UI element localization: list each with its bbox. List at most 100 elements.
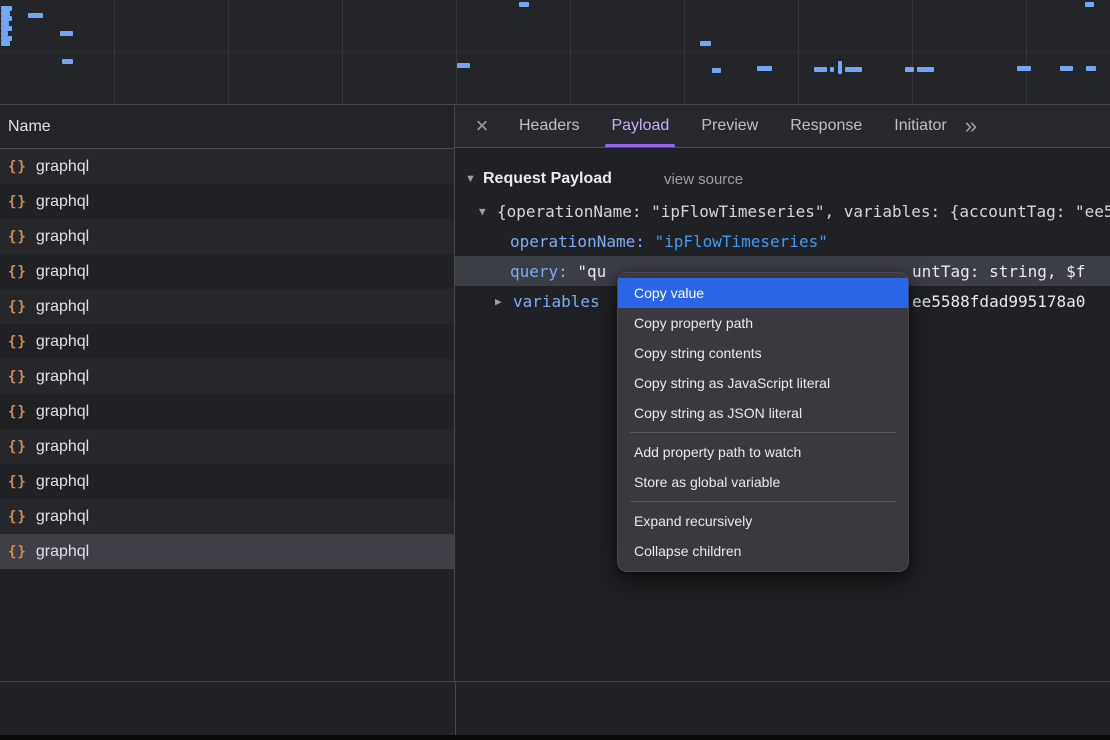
devtools-window: Name {}graphql{}graphql{}graphql{}graphq…: [0, 0, 1110, 740]
payload-root-row[interactable]: ▼ {operationName: "ipFlowTimeseries", va…: [455, 196, 1110, 226]
timeline-request-bar: [838, 61, 842, 74]
timeline-gridline: [684, 0, 685, 104]
request-row[interactable]: {} graphql: [0, 499, 454, 534]
timeline-request-bar: [905, 67, 914, 72]
timeline-request-bar: [62, 59, 73, 64]
tab-preview[interactable]: Preview: [685, 105, 774, 147]
network-overview-timeline[interactable]: [0, 0, 1110, 105]
property-value-start: "qu: [577, 262, 606, 281]
context-menu-item[interactable]: Copy string as JSON literal: [618, 398, 908, 428]
more-tabs-icon[interactable]: »: [965, 113, 977, 139]
json-braces-icon: {}: [8, 194, 27, 210]
request-name: graphql: [36, 368, 89, 386]
timeline-gridline: [912, 0, 913, 104]
request-row[interactable]: {} graphql: [0, 324, 454, 359]
request-name: graphql: [36, 508, 89, 526]
context-menu-item[interactable]: Copy property path: [618, 308, 908, 338]
request-row[interactable]: {} graphql: [0, 289, 454, 324]
json-braces-icon: {}: [8, 369, 27, 385]
request-row[interactable]: {} graphql: [0, 429, 454, 464]
operation-name-row[interactable]: operationName:"ipFlowTimeseries": [455, 226, 1110, 256]
detail-tabs: HeadersPayloadPreviewResponseInitiator: [503, 105, 963, 147]
timeline-gridline: [1026, 0, 1027, 104]
context-menu: Copy valueCopy property pathCopy string …: [617, 272, 909, 572]
context-menu-item[interactable]: Store as global variable: [618, 467, 908, 497]
request-name: graphql: [36, 543, 89, 561]
panel-divider[interactable]: [455, 681, 456, 735]
json-braces-icon: {}: [8, 544, 27, 560]
context-menu-item[interactable]: Copy value: [618, 278, 908, 308]
json-braces-icon: {}: [8, 264, 27, 280]
timeline-request-bar: [1086, 66, 1096, 71]
json-braces-icon: {}: [8, 299, 27, 315]
request-payload-section-header[interactable]: ▼ Request Payload view source: [455, 162, 1110, 196]
timeline-gridline: [456, 0, 457, 104]
request-name: graphql: [36, 228, 89, 246]
timeline-request-bar: [1085, 2, 1094, 7]
timeline-request-bar: [712, 68, 721, 73]
request-row[interactable]: {} graphql: [0, 184, 454, 219]
timeline-request-bar: [917, 67, 934, 72]
context-menu-item[interactable]: Add property path to watch: [618, 437, 908, 467]
context-menu-item[interactable]: Copy string as JavaScript literal: [618, 368, 908, 398]
object-preview-text: {operationName: "ipFlowTimeseries", vari…: [497, 202, 1110, 221]
close-icon[interactable]: ×: [469, 115, 495, 137]
request-row[interactable]: {} graphql: [0, 149, 454, 184]
context-menu-item[interactable]: Collapse children: [618, 536, 908, 566]
menu-separator: [630, 501, 896, 502]
request-row[interactable]: {} graphql: [0, 359, 454, 394]
property-key: variables: [513, 292, 600, 311]
request-name: graphql: [36, 403, 89, 421]
json-braces-icon: {}: [8, 509, 27, 525]
tab-payload[interactable]: Payload: [595, 105, 685, 147]
json-braces-icon: {}: [8, 404, 27, 420]
request-row[interactable]: {} graphql: [0, 464, 454, 499]
timeline-request-bar: [845, 67, 862, 72]
timeline-gridline: [114, 0, 115, 104]
section-title: Request Payload: [483, 170, 612, 188]
request-name: graphql: [36, 438, 89, 456]
request-name: graphql: [36, 298, 89, 316]
triangle-down-icon[interactable]: ▼: [479, 205, 497, 218]
request-row[interactable]: {}graphql: [0, 254, 454, 289]
tab-response[interactable]: Response: [774, 105, 878, 147]
view-source-link[interactable]: view source: [664, 171, 743, 188]
name-column-label: Name: [8, 118, 51, 136]
property-value-continued: untTag: string, $f: [912, 256, 1085, 286]
request-name: graphql: [36, 193, 89, 211]
triangle-right-icon[interactable]: ▶: [495, 295, 513, 308]
json-braces-icon: {}: [8, 474, 27, 490]
timeline-divider: [0, 51, 1110, 52]
json-braces-icon: {}: [8, 334, 27, 350]
timeline-gridline: [342, 0, 343, 104]
timeline-request-bar: [1060, 66, 1073, 71]
tab-initiator[interactable]: Initiator: [878, 105, 962, 147]
request-name: graphql: [36, 158, 89, 176]
request-row[interactable]: {} graphql: [0, 534, 454, 569]
timeline-request-bar: [830, 67, 834, 72]
status-bar: [0, 681, 1110, 735]
menu-separator: [630, 432, 896, 433]
timeline-request-bar: [1, 41, 10, 46]
request-list: {} graphql {} graphql {} graphql {} graphql {} gr…: [0, 149, 454, 681]
context-menu-item[interactable]: Copy string contents: [618, 338, 908, 368]
section-collapse-triangle-icon[interactable]: ▼: [465, 173, 483, 185]
request-table: Name {}graphql{}graphql{}graphql{}graphq…: [0, 105, 455, 681]
context-menu-item[interactable]: Expand recursively: [618, 506, 908, 536]
timeline-request-bar: [757, 66, 772, 71]
request-name: graphql: [36, 333, 89, 351]
json-braces-icon: {}: [8, 229, 27, 245]
tab-headers[interactable]: Headers: [503, 105, 595, 147]
timeline-request-bar: [28, 13, 43, 18]
request-name: graphql: [36, 473, 89, 491]
request-row[interactable]: {} graphql: [0, 394, 454, 429]
timeline-request-bar: [60, 31, 73, 36]
json-braces-icon: {}: [8, 439, 27, 455]
property-value: "ipFlowTimeseries": [654, 232, 827, 251]
timeline-request-bar: [519, 2, 529, 7]
request-row[interactable]: {} graphql: [0, 219, 454, 254]
name-column-header[interactable]: Name: [0, 105, 454, 149]
property-key: query:: [510, 262, 568, 281]
json-braces-icon: {}: [8, 159, 27, 175]
timeline-request-bar: [814, 67, 827, 72]
